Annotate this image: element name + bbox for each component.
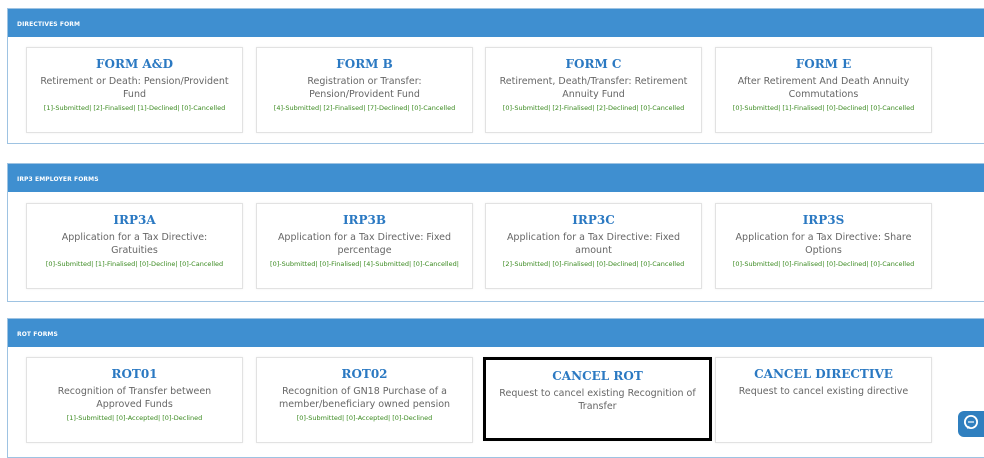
card-status: [4]-Submitted| [2]-Finalised| [7]-Declin… bbox=[273, 104, 456, 112]
section-header: ROT FORMS bbox=[8, 319, 984, 347]
card-rot01[interactable]: ROT01 Recognition of Transfer between Ap… bbox=[26, 357, 243, 443]
card-form-ad[interactable]: FORM A&D Retirement or Death: Pension/Pr… bbox=[26, 47, 243, 133]
card-status: [0]-Submitted| [0]-Accepted| [0]-Decline… bbox=[296, 414, 433, 422]
card-status: [0]-Submitted| [1]-Finalised| [0]-Declin… bbox=[45, 260, 224, 268]
card-description: Request to cancel existing Recognition o… bbox=[499, 388, 696, 412]
card-form-e[interactable]: FORM E After Retirement And Death Annuit… bbox=[715, 47, 932, 133]
card-description: Recognition of GN18 Purchase of a member… bbox=[278, 386, 451, 410]
card-title: IRP3C bbox=[572, 213, 615, 227]
card-description: Retirement, Death/Transfer: Retirement A… bbox=[499, 76, 688, 100]
card-rot02[interactable]: ROT02 Recognition of GN18 Purchase of a … bbox=[256, 357, 473, 443]
card-status: [1]-Submitted| [2]-Finalised| [1]-Declin… bbox=[43, 104, 226, 112]
card-status: [1]-Submitted| [0]-Accepted| [0]-Decline… bbox=[66, 414, 203, 422]
card-title: IRP3S bbox=[802, 213, 845, 227]
card-title: IRP3B bbox=[342, 213, 387, 227]
card-status: [0]-Submitted| [2]-Finalised| [2]-Declin… bbox=[502, 104, 685, 112]
card-description: Request to cancel existing directive bbox=[738, 386, 909, 397]
card-form-c[interactable]: FORM C Retirement, Death/Transfer: Retir… bbox=[485, 47, 702, 133]
card-status: [0]-Submitted| [0]-Finalised| [0]-Declin… bbox=[732, 260, 915, 268]
card-cancel-rot[interactable]: CANCEL ROT Request to cancel existing Re… bbox=[483, 357, 712, 441]
card-form-b[interactable]: FORM B Registration or Transfer: Pension… bbox=[256, 47, 473, 133]
card-description: Application for a Tax Directive: Fixed a… bbox=[506, 232, 681, 256]
card-description: Retirement or Death: Pension/Provident F… bbox=[40, 76, 229, 100]
card-title: FORM A&D bbox=[96, 57, 173, 71]
card-title: ROT02 bbox=[341, 367, 388, 381]
card-description: Application for a Tax Directive: Gratuit… bbox=[61, 232, 208, 256]
card-title: FORM E bbox=[795, 57, 852, 71]
card-status: [0]-Submitted| [0]-Finalised| [4]-Submit… bbox=[270, 260, 459, 268]
section-header: IRP3 EMPLOYER FORMS bbox=[8, 164, 984, 192]
section-header: DIRECTIVES FORM bbox=[8, 9, 984, 37]
card-title: CANCEL DIRECTIVE bbox=[754, 367, 893, 381]
card-description: Registration or Transfer: Pension/Provid… bbox=[307, 76, 422, 100]
chat-icon bbox=[962, 413, 980, 435]
section-irp3-employer-forms: IRP3 EMPLOYER FORMS IRP3A Application fo… bbox=[7, 163, 984, 302]
card-title: IRP3A bbox=[113, 213, 156, 227]
card-irp3b[interactable]: IRP3B Application for a Tax Directive: F… bbox=[256, 203, 473, 289]
card-title: FORM B bbox=[336, 57, 393, 71]
card-description: Application for a Tax Directive: Share O… bbox=[735, 232, 912, 256]
card-cancel-directive[interactable]: CANCEL DIRECTIVE Request to cancel exist… bbox=[715, 357, 932, 443]
card-status: [0]-Submitted| [1]-Finalised| [0]-Declin… bbox=[732, 104, 915, 112]
card-description: After Retirement And Death Annuity Commu… bbox=[737, 76, 910, 100]
card-status: [2]-Submitted| [0]-Finalised| [0]-Declin… bbox=[502, 260, 685, 268]
section-rot-forms: ROT FORMS ROT01 Recognition of Transfer … bbox=[7, 318, 984, 458]
card-irp3a[interactable]: IRP3A Application for a Tax Directive: G… bbox=[26, 203, 243, 289]
card-irp3c[interactable]: IRP3C Application for a Tax Directive: F… bbox=[485, 203, 702, 289]
section-directives-form: DIRECTIVES FORM FORM A&D Retirement or D… bbox=[7, 8, 984, 144]
card-title: ROT01 bbox=[111, 367, 158, 381]
card-title: CANCEL ROT bbox=[552, 369, 643, 383]
card-description: Application for a Tax Directive: Fixed p… bbox=[277, 232, 452, 256]
chat-button[interactable] bbox=[958, 411, 984, 437]
card-title: FORM C bbox=[565, 57, 622, 71]
card-description: Recognition of Transfer between Approved… bbox=[57, 386, 212, 410]
card-irp3s[interactable]: IRP3S Application for a Tax Directive: S… bbox=[715, 203, 932, 289]
